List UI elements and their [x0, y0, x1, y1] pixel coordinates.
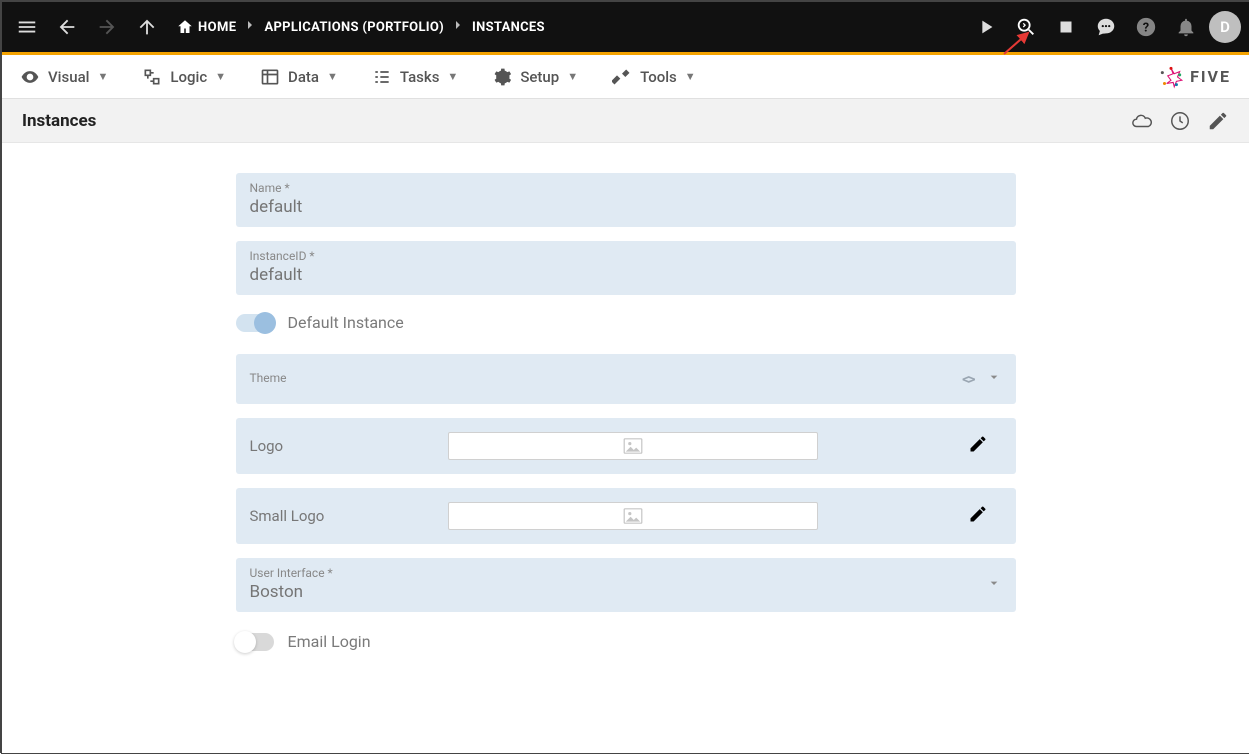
breadcrumb: HOME APPLICATIONS (PORTFOLIO) INSTANCES [176, 17, 545, 37]
menu-logic-label: Logic [170, 68, 207, 86]
default-instance-label: Default Instance [288, 313, 404, 332]
main-toolbar: Visual ▼ Logic ▼ Data ▼ Tasks ▼ Setup ▼ Tools… [2, 55, 1249, 99]
stop-icon[interactable] [1049, 10, 1083, 44]
brand-logo: FIVE [1158, 64, 1231, 90]
chevron-right-icon [242, 17, 258, 37]
menu-tools[interactable]: Tools ▼ [612, 67, 696, 87]
edit-icon[interactable] [1207, 110, 1229, 132]
breadcrumb-home-label: HOME [198, 20, 236, 35]
page-header-actions [1131, 110, 1229, 132]
page-title: Instances [22, 111, 96, 131]
chevron-down-icon [986, 369, 1002, 389]
logo-label: Logo [250, 437, 430, 455]
logo-edit-button[interactable] [968, 434, 988, 458]
user-interface-field[interactable]: User Interface * Boston [236, 558, 1016, 612]
email-login-label: Email Login [288, 632, 371, 651]
chevron-down-icon: ▼ [685, 70, 696, 83]
name-value: default [250, 197, 1002, 217]
menu-visual-label: Visual [48, 68, 89, 86]
top-bar: HOME APPLICATIONS (PORTFOLIO) INSTANCES … [2, 2, 1249, 52]
chevron-right-icon [450, 17, 466, 37]
form-area: Name * default InstanceID * default Defa… [2, 143, 1249, 753]
small-logo-preview[interactable] [448, 502, 818, 530]
default-instance-toggle[interactable] [236, 314, 274, 332]
instanceid-label: InstanceID * [250, 249, 1002, 263]
instanceid-field[interactable]: InstanceID * default [236, 241, 1016, 295]
breadcrumb-instances[interactable]: INSTANCES [472, 20, 545, 35]
brand-text: FIVE [1190, 67, 1231, 86]
topbar-left: HOME APPLICATIONS (PORTFOLIO) INSTANCES [10, 10, 545, 44]
chevron-down-icon: ▼ [97, 70, 108, 83]
play-icon[interactable] [969, 10, 1003, 44]
logo-preview[interactable] [448, 432, 818, 460]
theme-field[interactable]: Theme <> [236, 354, 1016, 404]
up-icon[interactable] [130, 10, 164, 44]
menu-icon[interactable] [10, 10, 44, 44]
svg-text:?: ? [1143, 21, 1149, 36]
menu-logic[interactable]: Logic ▼ [142, 67, 226, 87]
search-icon[interactable] [1009, 10, 1043, 44]
menu-data[interactable]: Data ▼ [260, 67, 338, 87]
name-field[interactable]: Name * default [236, 173, 1016, 227]
chevron-down-icon: ▼ [447, 70, 458, 83]
code-icon: <> [962, 370, 973, 388]
menu-setup[interactable]: Setup ▼ [492, 67, 578, 87]
email-login-toggle[interactable] [236, 633, 274, 651]
chevron-down-icon: ▼ [567, 70, 578, 83]
small-logo-label: Small Logo [250, 507, 430, 525]
small-logo-edit-button[interactable] [968, 504, 988, 528]
chat-icon[interactable] [1089, 10, 1123, 44]
topbar-right: ? D [969, 10, 1241, 44]
menu-setup-label: Setup [520, 68, 559, 86]
help-icon[interactable]: ? [1129, 10, 1163, 44]
breadcrumb-home[interactable]: HOME [176, 18, 236, 36]
page-header: Instances [2, 99, 1249, 143]
menu-tools-label: Tools [640, 68, 677, 86]
name-label: Name * [250, 181, 1002, 195]
ui-label: User Interface * [250, 566, 1002, 580]
forward-icon [90, 10, 124, 44]
breadcrumb-applications[interactable]: APPLICATIONS (PORTFOLIO) [264, 20, 444, 35]
chevron-down-icon: ▼ [215, 70, 226, 83]
bell-icon[interactable] [1169, 10, 1203, 44]
small-logo-field: Small Logo [236, 488, 1016, 544]
menu-visual[interactable]: Visual ▼ [20, 67, 108, 87]
avatar[interactable]: D [1209, 11, 1241, 43]
avatar-initial: D [1220, 18, 1230, 36]
clock-icon[interactable] [1169, 110, 1191, 132]
logo-field: Logo [236, 418, 1016, 474]
image-icon [623, 508, 643, 524]
menu-tasks[interactable]: Tasks ▼ [372, 67, 458, 87]
chevron-down-icon [986, 575, 1002, 595]
cloud-icon[interactable] [1131, 110, 1153, 132]
default-instance-row: Default Instance [236, 313, 1016, 332]
instanceid-value: default [250, 265, 1002, 285]
ui-value: Boston [250, 582, 1002, 602]
menu-data-label: Data [288, 68, 319, 86]
menu-tasks-label: Tasks [400, 68, 440, 86]
email-login-row: Email Login [236, 632, 1016, 651]
theme-label: Theme [250, 371, 287, 385]
chevron-down-icon: ▼ [327, 70, 338, 83]
back-icon[interactable] [50, 10, 84, 44]
image-icon [623, 438, 643, 454]
